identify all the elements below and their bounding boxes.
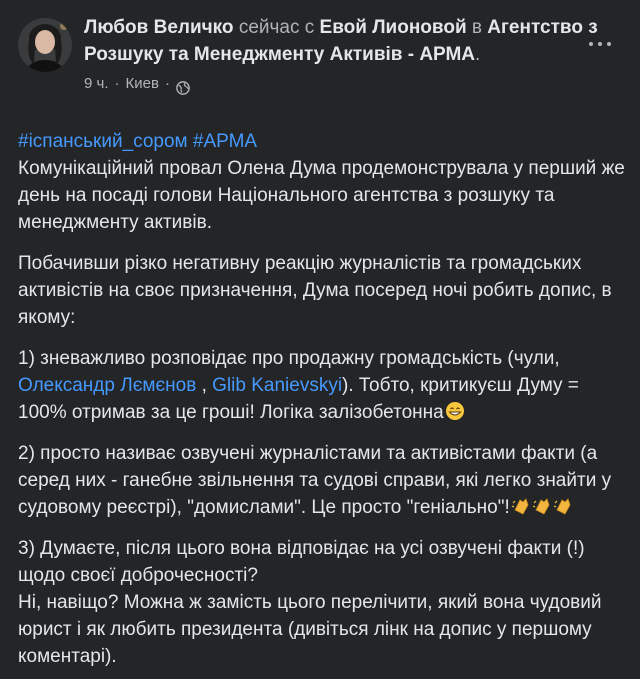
clapping-hands-icon [511,496,531,516]
tagged-person[interactable]: Евой Лионовой [320,17,467,38]
hashtags: #іспанський_сором #АРМА [18,128,628,155]
globe-icon[interactable] [176,77,190,95]
paragraph-4: 2) просто називає озвучені журналістами … [18,440,628,521]
paragraph-3-text-a: 1) зневажливо розповідає про продажну гр… [18,348,560,369]
more-horizontal-icon[interactable] [586,34,614,54]
paragraph-5-text-b: Ні, навіщо? Можна ж замість цього перелі… [18,592,602,667]
clapping-hands-icon [532,496,552,516]
mention-glib[interactable]: Glib Kanievskyi [212,375,342,396]
agency-suffix: . [475,44,481,65]
with-prefix: сейчас с [238,17,315,38]
meta-separator-2: · [164,75,170,92]
paragraph-3: 1) зневажливо розповідає про продажну гр… [18,345,628,426]
paragraph-2: Побачивши різко негативну реакцію журнал… [18,253,612,328]
hashtag-1[interactable]: #іспанський_сором [18,131,188,152]
post-location[interactable]: Киев [126,70,159,97]
paragraph-1: Комунікаційний провал Олена Дума продемо… [18,158,625,233]
clapping-hands-icon [553,496,573,516]
post-meta: 9 ч. · Киев · [84,70,604,97]
paragraph-5: 3) Думаєте, після цього вона відповідає … [18,535,628,670]
meta-separator: · [114,75,120,92]
paragraph-5-text-a: 3) Думаєте, після цього вона відповідає … [18,538,585,586]
mention-oleksandr[interactable]: Олександр Лємєнов [18,375,196,396]
grinning-face-icon [445,401,465,421]
mention-separator: , [201,375,207,396]
post-body: #іспанський_сором #АРМА Комунікаційний п… [18,128,628,670]
post-header: Любов Величко сейчас с Евой Лионовой в А… [18,14,622,124]
facebook-post: Любов Величко сейчас с Евой Лионовой в А… [0,0,640,679]
author-avatar[interactable] [18,18,72,72]
author-name[interactable]: Любов Величко [84,17,234,38]
hashtag-2[interactable]: #АРМА [193,131,257,152]
header-text: Любов Величко сейчас с Евой Лионовой в А… [84,14,604,97]
at-prefix: в [471,17,483,38]
post-time[interactable]: 9 ч. [84,70,109,97]
